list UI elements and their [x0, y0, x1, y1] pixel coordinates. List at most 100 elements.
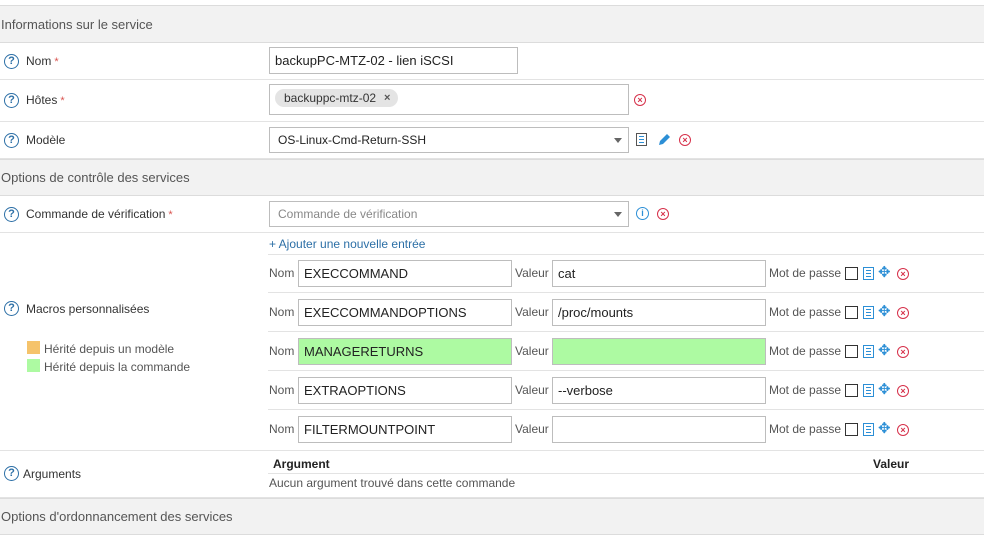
hosts-label-text: Hôtes: [26, 93, 58, 107]
help-icon[interactable]: ?: [4, 54, 19, 69]
password-checkbox[interactable]: [845, 267, 858, 280]
help-icon[interactable]: ?: [4, 93, 19, 108]
section-check-options: Options de contrôle des services: [0, 159, 984, 196]
macro-value-label: Valeur: [515, 344, 549, 358]
macro-password-label: Mot de passe: [769, 422, 842, 436]
name-input-value: backupPC-MTZ-02 - lien iSCSI: [275, 53, 454, 68]
delete-icon[interactable]: ×: [897, 385, 909, 397]
delete-icon[interactable]: ×: [897, 268, 909, 280]
section-title: Informations sur le service: [1, 16, 153, 32]
macro-row: Nom MANAGERETURNS Valeur Mot de passe ✥ …: [268, 332, 984, 371]
chip-remove-icon[interactable]: ×: [384, 92, 390, 104]
macro-name-input[interactable]: EXECCOMMANDOPTIONS: [298, 299, 512, 326]
macro-name-value: EXTRAOPTIONS: [304, 383, 406, 398]
macro-row: Nom EXTRAOPTIONS Valeur --verbose Mot de…: [268, 371, 984, 410]
check-command-placeholder: Commande de vérification: [278, 207, 418, 221]
macro-value-value: cat: [558, 266, 576, 281]
description-icon[interactable]: [863, 267, 874, 280]
macro-value-input[interactable]: /proc/mounts: [552, 299, 766, 326]
macro-value-value: --verbose: [558, 383, 613, 398]
section-service-info: Informations sur le service: [0, 5, 984, 43]
macro-password-label: Mot de passe: [769, 266, 842, 280]
row-hosts: ? Hôtes * backuppc-mtz-02 × ×: [0, 80, 984, 122]
template-select[interactable]: OS-Linux-Cmd-Return-SSH: [269, 127, 629, 153]
section-title: Options de contrôle des services: [1, 170, 190, 185]
help-icon[interactable]: ?: [4, 301, 19, 316]
section-scheduling: Options d'ordonnancement des services: [0, 498, 984, 535]
edit-pencil-icon[interactable]: [657, 133, 671, 147]
view-template-icon[interactable]: [636, 133, 647, 146]
help-icon[interactable]: ?: [4, 133, 19, 148]
help-icon[interactable]: ?: [4, 466, 19, 481]
macro-name-input[interactable]: MANAGERETURNS: [298, 338, 512, 365]
delete-icon[interactable]: ×: [657, 208, 669, 220]
description-icon[interactable]: [863, 423, 874, 436]
template-label: Modèle: [26, 133, 66, 147]
macro-row: Nom EXECCOMMANDOPTIONS Valeur /proc/moun…: [268, 293, 984, 332]
help-icon[interactable]: ?: [4, 207, 19, 222]
add-macro-link[interactable]: + Ajouter une nouvelle entrée: [269, 237, 425, 251]
row-arguments: ? Arguments Argument Valeur Aucun argume…: [0, 451, 984, 498]
macro-password-label: Mot de passe: [769, 383, 842, 397]
macro-name-input[interactable]: FILTERMOUNTPOINT: [298, 416, 512, 443]
macro-password-label: Mot de passe: [769, 344, 842, 358]
row-check-command: ? Commande de vérification * Commande de …: [0, 196, 984, 233]
password-checkbox[interactable]: [845, 306, 858, 319]
host-chip: backuppc-mtz-02 ×: [275, 89, 399, 107]
delete-icon[interactable]: ×: [897, 424, 909, 436]
macro-row: Nom FILTERMOUNTPOINT Valeur Mot de passe…: [268, 410, 984, 449]
password-checkbox[interactable]: [845, 345, 858, 358]
row-template: ? Modèle OS-Linux-Cmd-Return-SSH ×: [0, 122, 984, 159]
macros-label: Macros personnalisées: [26, 302, 150, 316]
check-command-select[interactable]: Commande de vérification: [269, 201, 629, 227]
hosts-multiselect[interactable]: backuppc-mtz-02 ×: [269, 84, 629, 115]
required-mark: *: [60, 95, 65, 107]
macro-name-input[interactable]: EXECCOMMAND: [298, 260, 512, 287]
macro-value-input[interactable]: [552, 416, 766, 443]
chevron-down-icon: [614, 212, 622, 217]
macro-name-label: Nom: [269, 344, 295, 358]
delete-icon[interactable]: ×: [897, 346, 909, 358]
macro-name-label: Nom: [269, 383, 295, 397]
chevron-down-icon: [614, 138, 622, 143]
name-label-text: Nom: [26, 54, 52, 68]
template-select-value: OS-Linux-Cmd-Return-SSH: [278, 133, 427, 147]
macro-name-label: Nom: [269, 422, 295, 436]
macro-value-label: Valeur: [515, 266, 549, 280]
macro-value-input[interactable]: cat: [552, 260, 766, 287]
move-icon[interactable]: ✥: [878, 343, 891, 358]
delete-icon[interactable]: ×: [634, 94, 646, 106]
macro-value-label: Valeur: [515, 305, 549, 319]
move-icon[interactable]: ✥: [878, 421, 891, 436]
macro-value-value: /proc/mounts: [558, 305, 634, 320]
macro-value-label: Valeur: [515, 383, 549, 397]
macro-name-input[interactable]: EXTRAOPTIONS: [298, 377, 512, 404]
macro-password-label: Mot de passe: [769, 305, 842, 319]
description-icon[interactable]: [863, 306, 874, 319]
arguments-empty-text: Aucun argument trouvé dans cette command…: [269, 476, 516, 490]
name-label: Nom *: [26, 54, 59, 68]
description-icon[interactable]: [863, 345, 874, 358]
legend-command-swatch: [27, 359, 40, 372]
description-icon[interactable]: [863, 384, 874, 397]
macro-value-input[interactable]: [552, 338, 766, 365]
arguments-label: Arguments: [23, 467, 82, 481]
macro-name-label: Nom: [269, 305, 295, 319]
check-command-label-text: Commande de vérification: [26, 207, 166, 221]
divider: [268, 473, 984, 474]
macro-name-value: EXECCOMMANDOPTIONS: [304, 305, 467, 320]
password-checkbox[interactable]: [845, 384, 858, 397]
macro-value-input[interactable]: --verbose: [552, 377, 766, 404]
move-icon[interactable]: ✥: [878, 382, 891, 397]
move-icon[interactable]: ✥: [878, 304, 891, 319]
name-input[interactable]: backupPC-MTZ-02 - lien iSCSI: [269, 47, 518, 74]
password-checkbox[interactable]: [845, 423, 858, 436]
required-mark: *: [54, 56, 59, 68]
delete-icon[interactable]: ×: [897, 307, 909, 319]
row-name: ? Nom * backupPC-MTZ-02 - lien iSCSI: [0, 43, 984, 80]
delete-icon[interactable]: ×: [679, 134, 691, 146]
required-mark: *: [168, 209, 173, 221]
info-icon[interactable]: i: [636, 207, 649, 220]
section-title: Options d'ordonnancement des services: [1, 509, 233, 524]
move-icon[interactable]: ✥: [878, 265, 891, 280]
